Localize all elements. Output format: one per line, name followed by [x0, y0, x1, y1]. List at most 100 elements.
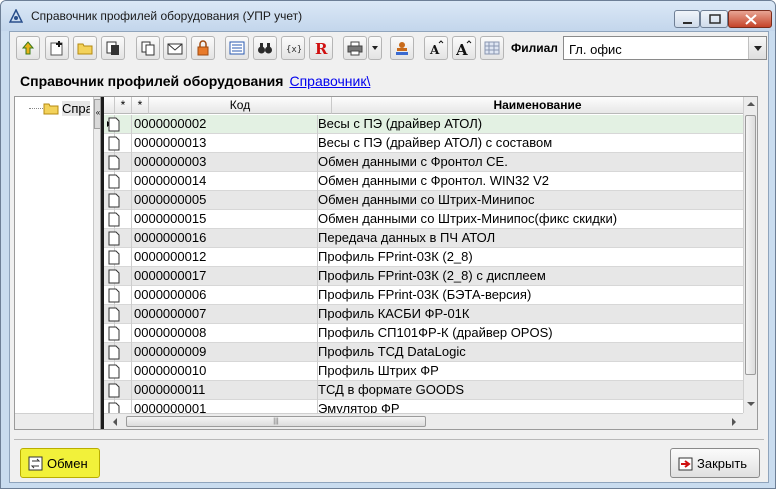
- table-row[interactable]: 0000000007 Профиль КАСБИ ФР-01К: [104, 305, 744, 324]
- code-cell[interactable]: 0000000007: [132, 305, 318, 324]
- search-button[interactable]: [253, 36, 277, 60]
- table-row[interactable]: 0000000015 Обмен данными со Штрих-Минипос…: [104, 210, 744, 229]
- list-view-button[interactable]: [225, 36, 249, 60]
- breadcrumb-link[interactable]: Справочник\: [289, 73, 370, 89]
- code-cell[interactable]: 0000000016: [132, 229, 318, 248]
- filial-value: Гл. офис: [569, 42, 622, 57]
- name-text: Профиль КАСБИ ФР-01К: [318, 306, 470, 321]
- name-cell[interactable]: Весы с ПЭ (драйвер АТОЛ) с составом: [318, 134, 744, 153]
- name-cell[interactable]: Обмен данными с Фронтол CE.: [318, 153, 744, 172]
- name-cell[interactable]: Профиль КАСБИ ФР-01К: [318, 305, 744, 324]
- code-cell[interactable]: 0000000012: [132, 248, 318, 267]
- vertical-scrollbar[interactable]: [743, 97, 757, 413]
- table-row[interactable]: 0000000013 Весы с ПЭ (драйвер АТОЛ) с сос…: [104, 134, 744, 153]
- window-title: Справочник профилей оборудования (УПР уч…: [31, 9, 303, 23]
- table-row[interactable]: 0000000011 ТСД в формате GOODS: [104, 381, 744, 400]
- table-row[interactable]: 0000000002 Весы с ПЭ (драйвер АТОЛ): [104, 115, 744, 134]
- scroll-up-icon[interactable]: [744, 97, 758, 111]
- table-row[interactable]: 0000000006 Профиль FPrint-03К (БЭТА-верси…: [104, 286, 744, 305]
- document-icon: [108, 136, 120, 151]
- new-item-button[interactable]: [45, 36, 69, 60]
- close-window-button[interactable]: [728, 10, 772, 28]
- scroll-left-icon[interactable]: [108, 414, 122, 430]
- code-cell[interactable]: 0000000015: [132, 210, 318, 229]
- tree-horizontal-scrollbar[interactable]: [15, 413, 93, 429]
- close-button[interactable]: Закрыть: [670, 448, 760, 478]
- table-row[interactable]: 0000000003 Обмен данными с Фронтол CE.: [104, 153, 744, 172]
- code-cell[interactable]: 0000000011: [132, 381, 318, 400]
- new-group-button[interactable]: [73, 36, 97, 60]
- vertical-scroll-thumb[interactable]: [745, 115, 756, 375]
- up-level-button[interactable]: [16, 36, 40, 60]
- table-row[interactable]: 0000000005 Обмен данными со Штрих-Минипос: [104, 191, 744, 210]
- maximize-button[interactable]: [700, 10, 728, 28]
- formula-button[interactable]: {x}: [281, 36, 305, 60]
- minimize-button[interactable]: [674, 10, 700, 28]
- table-row[interactable]: 0000000012 Профиль FPrint-03К (2_8): [104, 248, 744, 267]
- table-row[interactable]: 0000000008 Профиль СП101ФР-К (драйвер OPO…: [104, 324, 744, 343]
- font-increase-button[interactable]: A: [452, 36, 476, 60]
- code-cell[interactable]: 0000000002: [132, 115, 318, 134]
- code-cell[interactable]: 0000000014: [132, 172, 318, 191]
- print-button[interactable]: [343, 36, 367, 60]
- filial-select[interactable]: Гл. офис: [563, 36, 767, 60]
- name-text: Весы с ПЭ (драйвер АТОЛ) с составом: [318, 135, 553, 150]
- name-cell[interactable]: Профиль FPrint-03К (2_8) с дисплеем: [318, 267, 744, 286]
- filial-dropdown-button[interactable]: [748, 37, 766, 59]
- name-cell[interactable]: Весы с ПЭ (драйвер АТОЛ): [318, 115, 744, 134]
- name-cell[interactable]: Обмен данными со Штрих-Минипос: [318, 191, 744, 210]
- column-header-code[interactable]: Код: [149, 97, 332, 114]
- report-button[interactable]: R: [309, 36, 333, 60]
- table-row[interactable]: 0000000017 Профиль FPrint-03К (2_8) с дис…: [104, 267, 744, 286]
- code-cell[interactable]: 0000000017: [132, 267, 318, 286]
- horizontal-scroll-thumb[interactable]: |||: [126, 416, 426, 427]
- code-cell[interactable]: 0000000003: [132, 153, 318, 172]
- scroll-down-icon[interactable]: [744, 397, 758, 411]
- table-row[interactable]: 0000000016 Передача данных в ПЧ АТОЛ: [104, 229, 744, 248]
- print-dropdown-button[interactable]: [368, 36, 382, 60]
- column-header-mark2[interactable]: *: [132, 97, 149, 114]
- table-row[interactable]: 0000000009 Профиль ТСД DataLogic: [104, 343, 744, 362]
- scroll-right-icon[interactable]: [727, 414, 741, 430]
- document-icon: [108, 212, 120, 227]
- code-text: 0000000009: [134, 344, 207, 359]
- code-cell[interactable]: 0000000010: [132, 362, 318, 381]
- name-cell[interactable]: Обмен данными с Фронтол. WIN32 V2: [318, 172, 744, 191]
- table-row[interactable]: 0000000010 Профиль Штрих ФР: [104, 362, 744, 381]
- mail-button[interactable]: [163, 36, 187, 60]
- name-cell[interactable]: Обмен данными со Штрих-Минипос(фикс скид…: [318, 210, 744, 229]
- name-cell[interactable]: Профиль СП101ФР-К (драйвер OPOS): [318, 324, 744, 343]
- binoculars-icon: [258, 43, 272, 54]
- name-cell[interactable]: Профиль FPrint-03К (БЭТА-версия): [318, 286, 744, 305]
- tree-item-root[interactable]: Справ: [62, 101, 90, 116]
- name-cell[interactable]: ТСД в формате GOODS: [318, 381, 744, 400]
- code-cell[interactable]: 0000000009: [132, 343, 318, 362]
- app-icon: [9, 9, 23, 23]
- column-header-name[interactable]: Наименование: [332, 97, 744, 114]
- column-header-mark1[interactable]: *: [115, 97, 132, 114]
- code-text: 0000000015: [134, 211, 207, 226]
- exchange-button[interactable]: Обмен: [20, 448, 100, 478]
- copy-button[interactable]: [136, 36, 160, 60]
- name-cell[interactable]: Профиль ТСД DataLogic: [318, 343, 744, 362]
- copy-item-button[interactable]: [101, 36, 125, 60]
- code-cell[interactable]: 0000000013: [132, 134, 318, 153]
- name-cell[interactable]: Профиль FPrint-03К (2_8): [318, 248, 744, 267]
- grid-settings-button[interactable]: [480, 36, 504, 60]
- name-text: Передача данных в ПЧ АТОЛ: [318, 230, 496, 245]
- document-icon: [108, 250, 120, 265]
- lock-button[interactable]: [191, 36, 215, 60]
- code-cell[interactable]: 0000000006: [132, 286, 318, 305]
- document-icon: [108, 231, 120, 246]
- name-cell[interactable]: Профиль Штрих ФР: [318, 362, 744, 381]
- code-cell[interactable]: 0000000008: [132, 324, 318, 343]
- title-bar[interactable]: Справочник профилей оборудования (УПР уч…: [1, 1, 775, 31]
- table-row[interactable]: 0000000014 Обмен данными с Фронтол. WIN32…: [104, 172, 744, 191]
- horizontal-scrollbar[interactable]: |||: [104, 413, 743, 429]
- font-decrease-button[interactable]: A: [424, 36, 448, 60]
- name-cell[interactable]: Передача данных в ПЧ АТОЛ: [318, 229, 744, 248]
- stamp-button[interactable]: [390, 36, 414, 60]
- code-text: 0000000002: [134, 116, 207, 131]
- scroll-corner: [743, 413, 757, 429]
- code-cell[interactable]: 0000000005: [132, 191, 318, 210]
